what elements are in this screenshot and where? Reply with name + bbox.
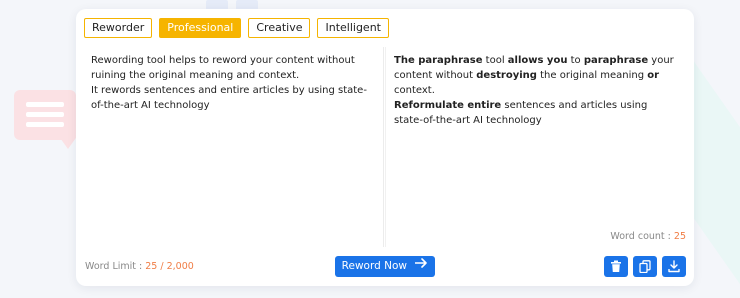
reword-now-button[interactable]: Reword Now <box>335 256 435 277</box>
word-limit-separator: / <box>160 261 164 272</box>
word-limit-max: 2,000 <box>166 261 194 272</box>
input-panel[interactable]: Rewording tool helps to reword your cont… <box>84 47 384 247</box>
output-segment: to <box>567 55 584 66</box>
input-text[interactable]: Rewording tool helps to reword your cont… <box>91 53 376 113</box>
mode-tabs: Reworder Professional Creative Intellige… <box>84 18 389 38</box>
copy-icon <box>639 260 651 273</box>
arrow-right-icon <box>414 255 428 276</box>
word-limit-current: 25 <box>145 261 158 272</box>
output-bold-segment: The paraphrase <box>394 55 483 66</box>
tab-creative[interactable]: Creative <box>248 18 311 38</box>
word-count: Word count : 25 <box>610 231 686 242</box>
output-bold-segment: allows you <box>507 55 568 66</box>
delete-button[interactable] <box>604 256 628 277</box>
trash-icon <box>611 260 621 272</box>
output-segment: context. <box>394 85 435 96</box>
tab-professional[interactable]: Professional <box>159 18 242 38</box>
output-bold-segment: paraphrase <box>583 55 649 66</box>
download-button[interactable] <box>662 256 686 277</box>
word-limit: Word Limit : 25 / 2,000 <box>85 261 194 272</box>
output-segment: the original meaning <box>536 70 648 81</box>
output-panel: The paraphrase tool allows you to paraph… <box>385 47 686 247</box>
output-bold-segment: Reformulate entire <box>394 100 502 111</box>
word-count-value: 25 <box>673 231 686 242</box>
chat-bubble-decor-icon <box>14 90 76 140</box>
word-limit-label: Word Limit : <box>85 261 143 272</box>
output-segment: tool <box>482 55 508 66</box>
output-text: The paraphrase tool allows you to paraph… <box>394 53 678 128</box>
copy-button[interactable] <box>633 256 657 277</box>
download-icon <box>668 260 680 273</box>
chat-bubble-tail <box>58 135 78 149</box>
output-bold-segment: destroying <box>476 70 537 81</box>
output-bold-segment: or <box>647 70 660 81</box>
word-count-label: Word count : <box>610 231 671 242</box>
reword-now-label: Reword Now <box>341 260 407 272</box>
tab-intelligent[interactable]: Intelligent <box>317 18 389 38</box>
tab-reworder[interactable]: Reworder <box>84 18 153 38</box>
rewording-card: Reworder Professional Creative Intellige… <box>76 9 694 286</box>
